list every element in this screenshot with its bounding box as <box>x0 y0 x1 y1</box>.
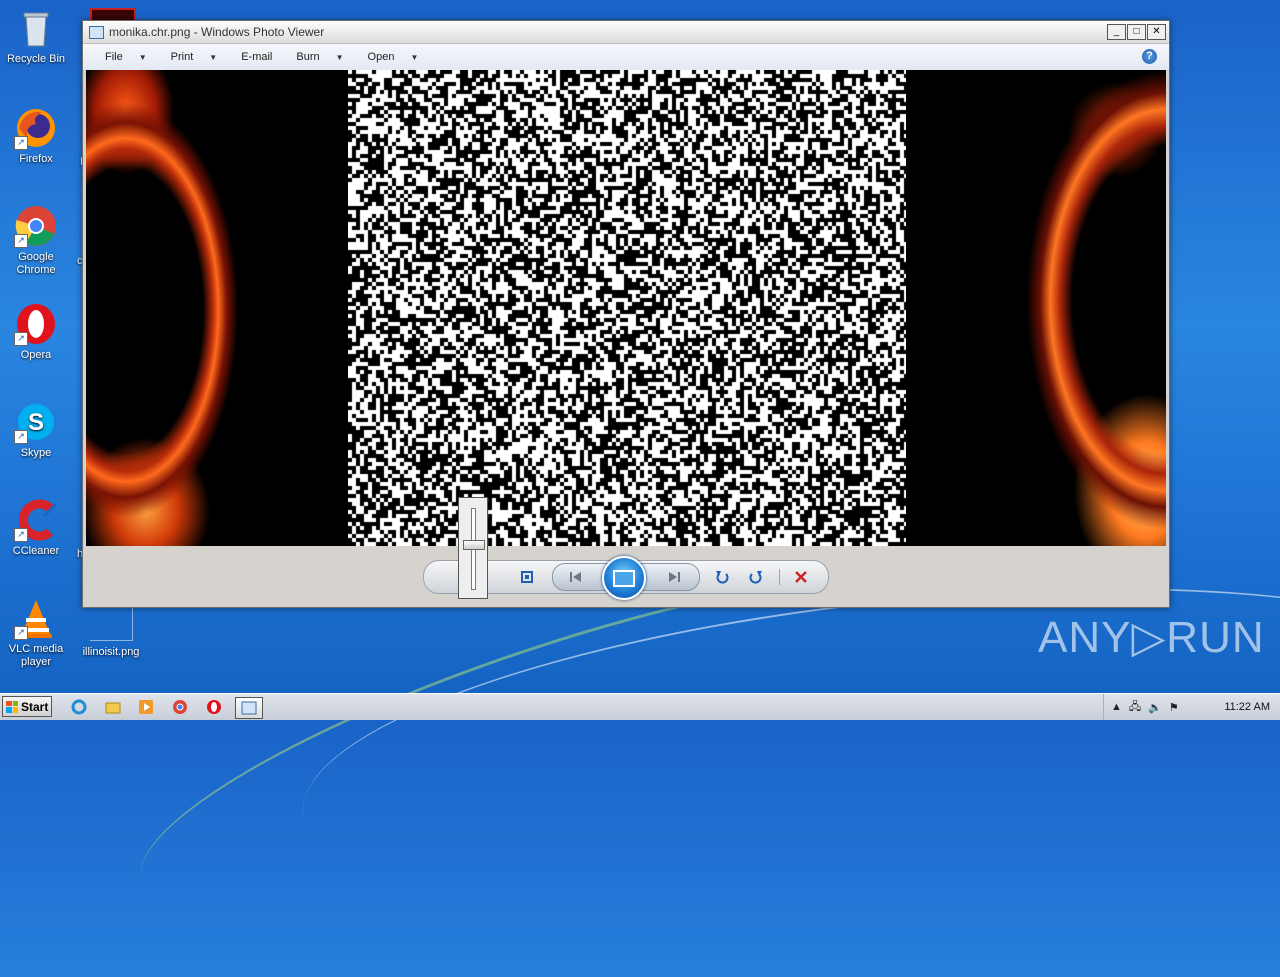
tray-expand-icon[interactable]: ▲ <box>1111 701 1122 713</box>
chevron-down-icon: ▼ <box>138 52 147 62</box>
desktop-icon-chrome[interactable]: ↗ Google Chrome <box>1 204 71 277</box>
slideshow-button[interactable] <box>602 556 646 600</box>
shortcut-arrow-icon: ↗ <box>14 430 28 444</box>
chevron-down-icon: ▼ <box>410 52 419 62</box>
taskbar-media-player-icon[interactable] <box>135 697 157 717</box>
rotate-right-icon <box>749 571 762 584</box>
zoom-thumb[interactable] <box>463 540 485 550</box>
menu-label: File <box>105 51 123 63</box>
start-button[interactable]: Start <box>2 696 52 717</box>
rotate-right-button[interactable] <box>745 566 767 588</box>
start-label: Start <box>21 699 49 714</box>
anyrun-watermark: ANY▷RUN <box>1038 613 1265 662</box>
title-bar[interactable]: monika.chr.png - Windows Photo Viewer _ … <box>83 21 1169 44</box>
taskbar-ie-icon[interactable] <box>68 697 90 717</box>
tray-action-center-icon[interactable]: ⚑ <box>1169 701 1179 714</box>
menu-bar: File ▼ Print ▼ E-mail Burn ▼ Open ▼ ? <box>83 44 1169 71</box>
desktop-icon-recycle-bin[interactable]: Recycle Bin <box>1 6 71 66</box>
previous-icon <box>570 572 581 582</box>
desktop-icon-label: Opera <box>20 349 52 361</box>
menu-label: Print <box>170 51 194 63</box>
taskbar: Start ▲ 🖧 🔈 ⚑ 11:22 AM <box>0 693 1280 720</box>
desktop-icon-opera[interactable]: ↗ Opera <box>1 302 71 362</box>
svg-text:S: S <box>28 409 44 436</box>
photo-viewer-window: monika.chr.png - Windows Photo Viewer _ … <box>82 20 1170 608</box>
tray-network-icon[interactable]: 🖧 <box>1129 698 1141 717</box>
clock[interactable]: 11:22 AM <box>1224 701 1270 713</box>
image-noise-region <box>348 70 906 546</box>
menu-burn[interactable]: Burn ▼ <box>296 51 343 63</box>
chevron-down-icon: ▼ <box>335 52 344 62</box>
skype-icon: S ↗ <box>14 400 58 444</box>
menu-email[interactable]: E-mail <box>241 51 272 63</box>
image-fire-left <box>86 70 348 546</box>
taskbar-opera-icon[interactable] <box>203 697 225 717</box>
desktop-icon-label: Recycle Bin <box>6 53 66 65</box>
next-icon <box>669 572 680 582</box>
chrome-icon: ↗ <box>14 204 58 248</box>
window-title: monika.chr.png - Windows Photo Viewer <box>109 25 325 39</box>
taskbar-photo-viewer-icon[interactable] <box>235 697 263 719</box>
desktop-icon-label: illinoisit.png <box>82 646 140 658</box>
shortcut-arrow-icon: ↗ <box>14 626 28 640</box>
opera-icon: ↗ <box>14 302 58 346</box>
rotate-left-icon <box>716 571 729 584</box>
desktop-icon-label: CCleaner <box>12 545 60 557</box>
zoom-slider[interactable] <box>458 497 488 599</box>
actual-size-button[interactable] <box>516 566 538 588</box>
menu-label: Burn <box>296 51 320 63</box>
slideshow-icon <box>613 569 635 587</box>
windows-logo-icon <box>6 700 18 713</box>
shortcut-arrow-icon: ↗ <box>14 234 28 248</box>
menu-label: Open <box>367 51 395 63</box>
delete-icon <box>795 571 807 583</box>
desktop-icon-label: VLC media player <box>8 643 64 668</box>
minimize-button[interactable]: _ <box>1107 24 1126 40</box>
shortcut-arrow-icon: ↗ <box>14 332 28 346</box>
shortcut-arrow-icon: ↗ <box>14 528 28 542</box>
desktop-icon-skype[interactable]: S ↗ Skype <box>1 400 71 460</box>
menu-print[interactable]: Print ▼ <box>171 51 218 63</box>
fit-window-icon <box>521 571 533 583</box>
desktop-icon-label: Google Chrome <box>16 251 56 276</box>
firefox-icon: ↗ <box>14 106 58 150</box>
menu-file[interactable]: File ▼ <box>105 51 147 63</box>
desktop-icon-illinoisit[interactable]: illinoisit.png <box>76 646 146 659</box>
recycle-bin-icon <box>14 6 58 50</box>
maximize-button[interactable]: □ <box>1127 24 1146 40</box>
menu-label: E-mail <box>241 51 273 63</box>
taskbar-explorer-icon[interactable] <box>102 697 124 717</box>
previous-button[interactable] <box>565 566 587 588</box>
shortcut-arrow-icon: ↗ <box>14 136 28 150</box>
tray-volume-icon[interactable]: 🔈 <box>1148 701 1162 714</box>
photo-viewer-icon <box>89 25 104 39</box>
chevron-down-icon: ▼ <box>209 52 218 62</box>
divider <box>779 569 780 585</box>
ccleaner-icon: ↗ <box>14 498 58 542</box>
image-fire-right <box>906 70 1166 546</box>
desktop-icon-ccleaner[interactable]: ↗ CCleaner <box>1 498 71 558</box>
desktop-icon-firefox[interactable]: ↗ Firefox <box>1 106 71 166</box>
vlc-icon: ↗ <box>14 596 58 640</box>
help-icon[interactable]: ? <box>1142 49 1157 64</box>
next-button[interactable] <box>663 566 685 588</box>
image-display[interactable] <box>86 70 1166 546</box>
desktop-icon-label: Firefox <box>19 153 53 165</box>
desktop-icon-vlc[interactable]: ↗ VLC media player <box>1 596 71 669</box>
desktop-icon-label: Skype <box>20 447 52 459</box>
close-button[interactable]: ✕ <box>1147 24 1166 40</box>
delete-button[interactable] <box>790 566 812 588</box>
rotate-left-button[interactable] <box>711 566 733 588</box>
taskbar-chrome-icon[interactable] <box>169 697 191 717</box>
menu-open[interactable]: Open ▼ <box>368 51 419 63</box>
